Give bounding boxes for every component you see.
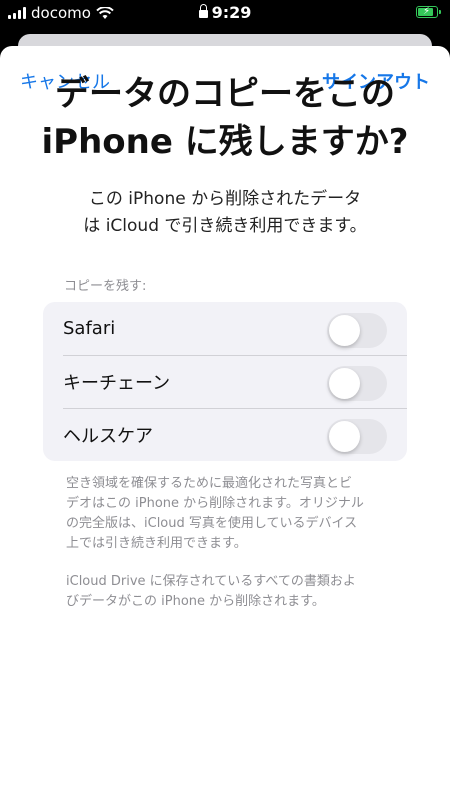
section-label: コピーを残す: — [64, 279, 147, 294]
title-line-1: データのコピーをこの — [55, 74, 395, 114]
photos-note: 空き領域を確保するために最適化された写真とビ デオはこの iPhone から削除… — [66, 474, 410, 554]
note-line: デオはこの iPhone から削除されます。オリジナル — [66, 496, 364, 511]
status-time: 9:29 — [211, 3, 252, 22]
page-title: データのコピーをこの iPhone に残しますか? — [20, 70, 430, 166]
charging-icon: ⚡ — [423, 6, 431, 17]
battery-icon: ⚡ — [416, 6, 441, 18]
subtitle: この iPhone から削除されたデータ は iCloud で引き続き利用できま… — [40, 186, 410, 240]
list-item-keychain: キーチェーン — [43, 355, 407, 408]
subtitle-line-1: この iPhone から削除されたデータ — [88, 189, 362, 209]
lock-icon — [198, 4, 208, 18]
toggle-knob — [329, 315, 360, 346]
toggle-knob — [329, 368, 360, 399]
list-item-safari: Safari — [43, 302, 407, 355]
safari-toggle[interactable] — [327, 313, 387, 348]
list-item-label: Safari — [63, 318, 116, 339]
keychain-toggle[interactable] — [327, 366, 387, 401]
note-line: 空き領域を確保するために最適化された写真とビ — [66, 476, 353, 491]
list-item-label: キーチェーン — [63, 372, 171, 394]
subtitle-line-2: は iCloud で引き続き利用できます。 — [83, 216, 367, 236]
note-line: iCloud Drive に保存されているすべての書類およ — [66, 574, 356, 589]
toggle-knob — [329, 421, 360, 452]
title-line-2: iPhone に残しますか? — [41, 122, 409, 162]
keep-copy-list: Safari キーチェーン ヘルスケア — [43, 302, 407, 461]
status-center: 9:29 — [0, 3, 450, 22]
icloud-drive-note: iCloud Drive に保存されているすべての書類およ びデータがこの iP… — [66, 572, 410, 612]
note-line: 上では引き続き利用できます。 — [66, 536, 247, 551]
note-line: びデータがこの iPhone から削除されます。 — [66, 594, 325, 609]
list-item-label: ヘルスケア — [63, 425, 153, 447]
note-line: の完全版は、iCloud 写真を使用しているデバイス — [66, 516, 358, 531]
list-item-health: ヘルスケア — [43, 408, 407, 461]
health-toggle[interactable] — [327, 419, 387, 454]
status-bar: docomo 9:29 ⚡ — [0, 0, 450, 30]
